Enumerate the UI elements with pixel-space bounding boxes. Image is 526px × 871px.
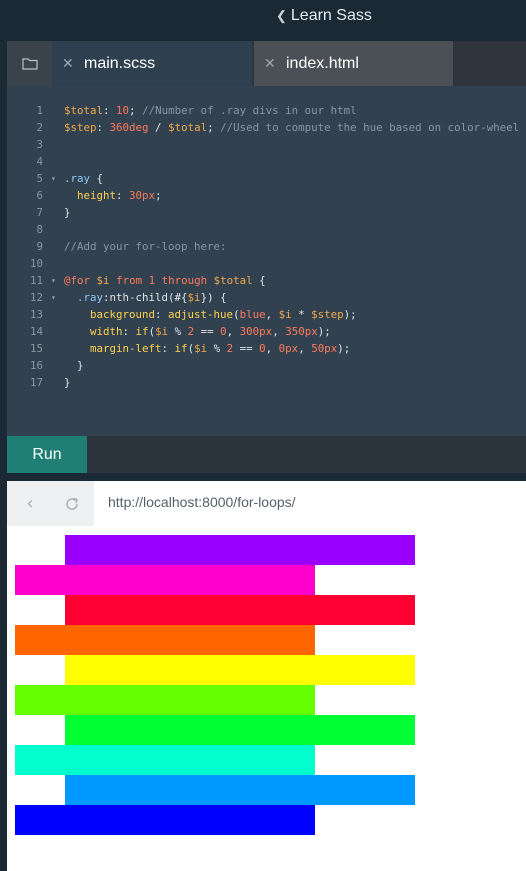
ray-div — [65, 535, 415, 565]
course-title: Learn Sass — [290, 7, 372, 24]
tab-index-html[interactable]: ✕ index.html — [254, 41, 453, 86]
code-text: $total: 10; //Number of .ray divs in our… — [64, 104, 357, 117]
fold-arrow-icon[interactable]: ▾ — [51, 289, 56, 306]
line-number: 17 — [29, 376, 43, 389]
code-line[interactable]: 7} — [7, 204, 526, 221]
top-bar: ❮ Learn Sass — [0, 0, 526, 41]
chevron-left-icon: ❮ — [276, 8, 287, 23]
fold-arrow-icon[interactable]: ▾ — [51, 272, 56, 289]
fold-arrow-icon[interactable]: ▾ — [51, 170, 56, 187]
code-line[interactable]: 1 $total: 10; //Number of .ray divs in ou… — [7, 102, 526, 119]
code-line[interactable]: 6 height: 30px; — [7, 187, 526, 204]
ray-div — [65, 655, 415, 685]
code-line[interactable]: 2 $step: 360deg / $total; //Used to compu… — [7, 119, 526, 136]
line-number: 4 — [36, 155, 43, 168]
run-bar: Run — [7, 436, 526, 473]
code-line[interactable]: 11 ▾ @for $i from 1 through $total { — [7, 272, 526, 289]
code-text: } — [64, 206, 71, 219]
line-number: 11 — [29, 274, 43, 287]
ray-div — [15, 805, 315, 835]
close-icon[interactable]: ✕ — [264, 56, 286, 72]
code-line[interactable]: 14 width: if($i % 2 == 0, 300px, 350px); — [7, 323, 526, 340]
code-line[interactable]: 17} — [7, 374, 526, 391]
code-line[interactable]: 10 — [7, 255, 526, 272]
line-number: 1 — [36, 104, 43, 117]
ray-div — [65, 595, 415, 625]
code-line[interactable]: 8 — [7, 221, 526, 238]
code-text: width: if($i % 2 == 0, 300px, 350px); — [90, 325, 331, 338]
code-text: .ray { — [64, 172, 104, 185]
code-line[interactable]: 4 — [7, 153, 526, 170]
reload-button[interactable] — [52, 481, 92, 526]
tab-main-scss[interactable]: ✕ main.scss — [52, 41, 252, 86]
folder-icon — [21, 58, 38, 70]
line-number: 14 — [29, 325, 43, 338]
code-line[interactable]: 13 background: adjust-hue(blue, $i * $st… — [7, 306, 526, 323]
line-number: 12 — [29, 291, 43, 304]
tab-label: index.html — [286, 54, 359, 72]
code-text: //Add your for-loop here: — [64, 240, 227, 253]
code-text: $step: 360deg / $total; //Used to comput… — [64, 121, 520, 134]
editor-panel: ✕ main.scss ✕ index.html 1 $total: 10; //… — [7, 41, 526, 473]
chevron-left-icon: ‹ — [26, 493, 34, 514]
course-back-link[interactable]: ❮ Learn Sass — [276, 7, 372, 25]
browser-preview: ‹ http://localhost:8000/for-loops/ — [7, 481, 526, 871]
ray-div — [15, 625, 315, 655]
code-text: } — [64, 376, 71, 389]
code-editor[interactable]: 1 $total: 10; //Number of .ray divs in ou… — [7, 86, 526, 436]
line-number: 10 — [29, 257, 43, 270]
ray-div — [65, 775, 415, 805]
tab-label: main.scss — [84, 54, 156, 72]
close-icon[interactable]: ✕ — [62, 56, 84, 72]
code-line[interactable]: 16 } — [7, 357, 526, 374]
code-line[interactable]: 5 ▾ .ray { — [7, 170, 526, 187]
file-tabs: ✕ main.scss ✕ index.html — [7, 41, 526, 86]
line-number: 16 — [29, 359, 43, 372]
ray-div — [15, 685, 315, 715]
ray-div — [65, 715, 415, 745]
line-number: 8 — [36, 223, 43, 236]
ray-div — [15, 745, 315, 775]
code-line[interactable]: 12 ▾ .ray:nth-child(#{$i}) { — [7, 289, 526, 306]
code-text: height: 30px; — [77, 189, 162, 202]
line-number: 2 — [36, 121, 43, 134]
line-number: 3 — [36, 138, 43, 151]
back-button[interactable]: ‹ — [10, 481, 50, 526]
code-text: .ray:nth-child(#{$i}) { — [77, 291, 227, 304]
code-text: margin-left: if($i % 2 == 0, 0px, 50px); — [90, 342, 351, 355]
code-text: background: adjust-hue(blue, $i * $step)… — [90, 308, 357, 321]
code-text: @for $i from 1 through $total { — [64, 274, 266, 287]
ray-div — [15, 565, 315, 595]
run-button[interactable]: Run — [7, 436, 87, 473]
reload-icon — [66, 497, 78, 510]
line-number: 7 — [36, 206, 43, 219]
code-line[interactable]: 3 — [7, 136, 526, 153]
line-number: 13 — [29, 308, 43, 321]
code-line[interactable]: 15 margin-left: if($i % 2 == 0, 0px, 50p… — [7, 340, 526, 357]
line-number: 6 — [36, 189, 43, 202]
line-number: 9 — [36, 240, 43, 253]
code-line[interactable]: 9 //Add your for-loop here: — [7, 238, 526, 255]
file-browser-button[interactable] — [7, 41, 52, 86]
line-number: 5 — [36, 172, 43, 185]
line-number: 15 — [29, 342, 43, 355]
code-text: } — [64, 359, 84, 372]
address-bar[interactable]: http://localhost:8000/for-loops/ — [108, 494, 296, 510]
browser-nav: ‹ — [7, 481, 94, 526]
